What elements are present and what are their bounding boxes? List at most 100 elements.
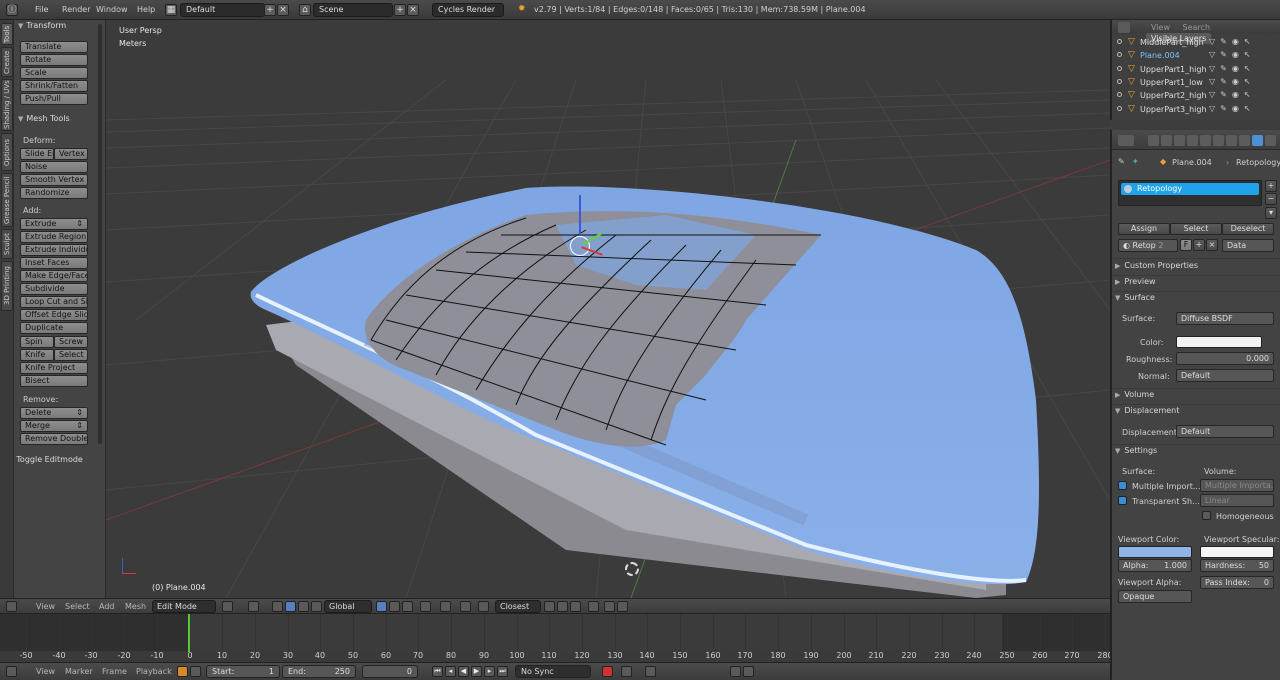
new-material-icon[interactable]: + — [1193, 239, 1205, 251]
tab-sculpt[interactable]: Sculpt — [1, 229, 13, 259]
noise-button[interactable]: Noise — [20, 161, 88, 173]
push-pull-button[interactable]: Push/Pull — [20, 93, 88, 105]
roughness-field[interactable]: 0.000 — [1176, 352, 1274, 365]
expand-icon[interactable] — [1117, 78, 1122, 84]
section-preview[interactable]: ▶ Preview — [1115, 277, 1156, 286]
play-reverse-icon[interactable]: ◀ — [458, 666, 469, 677]
keying-set-icon[interactable] — [621, 666, 632, 677]
tab-tools[interactable]: Tools — [1, 23, 13, 45]
jump-start-icon[interactable]: ⏮ — [432, 666, 443, 677]
sync-dropdown[interactable]: No Sync — [515, 665, 591, 678]
menu-select[interactable]: Select — [65, 602, 90, 611]
visibility-toggles-icon[interactable]: ▽✎◉↖ — [1209, 64, 1256, 73]
snap-target-dropdown[interactable]: Closest — [495, 600, 541, 613]
snap-self-icon[interactable] — [570, 601, 581, 612]
menu-view[interactable]: View — [36, 667, 55, 676]
editor-type-icon[interactable] — [1118, 22, 1130, 33]
offset-edge-slide-button[interactable]: Offset Edge Slide — [20, 309, 88, 321]
delete-keyframe-icon[interactable] — [730, 666, 741, 677]
menu-render[interactable]: Render — [62, 5, 90, 14]
slot-menu-icon[interactable]: ▾ — [1265, 207, 1277, 219]
rotate-button[interactable]: Rotate — [20, 54, 88, 66]
extrude-button[interactable]: Extrude ⇕ — [20, 218, 88, 230]
camera-render-icon[interactable] — [617, 601, 628, 612]
outliner-row[interactable]: ▽ MiddlePart_high ▽✎◉↖ — [1112, 36, 1280, 49]
merge-button[interactable]: Merge ⇕ — [20, 420, 88, 432]
pass-index-field[interactable]: Pass Index: 0 — [1200, 576, 1274, 589]
jump-end-icon[interactable]: ⏭ — [497, 666, 508, 677]
outliner-tab-search[interactable]: Search — [1178, 22, 1215, 33]
insert-keyframe-icon[interactable] — [645, 666, 656, 677]
remove-slot-icon[interactable]: − — [1265, 193, 1277, 205]
editor-type-icon[interactable] — [6, 601, 17, 612]
fake-user-button[interactable]: F — [1180, 239, 1192, 251]
scene-dropdown[interactable]: Scene — [313, 3, 393, 17]
add-scene-icon[interactable]: + — [394, 4, 406, 16]
render-engine-dropdown[interactable]: Cycles Render — [432, 3, 504, 17]
vertex-select-icon[interactable] — [376, 601, 387, 612]
assign-button[interactable]: Assign — [1118, 223, 1170, 235]
translate-manipulator-icon[interactable] — [285, 601, 296, 612]
smooth-vertex-button[interactable]: Smooth Vertex — [20, 174, 88, 186]
remove-doubles-button[interactable]: Remove Doubles — [20, 433, 88, 445]
shading-mode-icon[interactable] — [222, 601, 233, 612]
outliner-row[interactable]: ▽ UpperPart1_low ▽✎◉↖ — [1112, 76, 1280, 89]
current-frame-field[interactable]: 0 — [362, 665, 418, 678]
section-volume[interactable]: ▶ Volume — [1115, 390, 1154, 399]
pivot-point-icon[interactable] — [248, 601, 259, 612]
viewport-specular-swatch[interactable] — [1200, 546, 1274, 558]
start-frame-field[interactable]: Start: 1 — [206, 665, 280, 678]
rotate-manipulator-icon[interactable] — [298, 601, 309, 612]
tab-shading-uvs[interactable]: Shading / UVs — [1, 79, 13, 131]
viewport-color-swatch[interactable] — [1118, 546, 1192, 558]
visibility-toggles-icon[interactable]: ▽✎◉↖ — [1209, 90, 1256, 99]
transform-panel-header[interactable]: ▼ Transform — [18, 21, 66, 30]
tab-options[interactable]: Options — [1, 133, 13, 171]
extrude-individual-button[interactable]: Extrude Individual — [20, 244, 88, 256]
visibility-toggles-icon[interactable]: ▽✎◉↖ — [1209, 50, 1256, 59]
menu-file[interactable]: File — [35, 5, 48, 14]
slide-vertex-button[interactable]: Vertex — [54, 148, 88, 160]
modifiers-tab-icon[interactable] — [1226, 135, 1237, 146]
duplicate-button[interactable]: Duplicate — [20, 322, 88, 334]
constraints-tab-icon[interactable] — [1213, 135, 1224, 146]
manipulator-toggle-icon[interactable] — [272, 601, 283, 612]
prev-keyframe-icon[interactable]: ◂ — [445, 666, 456, 677]
outliner-row[interactable]: ▽ UpperPart2_high ▽✎◉↖ — [1112, 89, 1280, 102]
texture-tab-icon[interactable] — [1265, 135, 1276, 146]
menu-help[interactable]: Help — [137, 5, 155, 14]
expand-icon[interactable] — [1117, 52, 1122, 58]
expand-icon[interactable] — [1117, 39, 1122, 44]
visibility-toggles-icon[interactable]: ▽✎◉↖ — [1209, 77, 1256, 86]
world-tab-icon[interactable] — [1187, 135, 1198, 146]
make-edge-face-button[interactable]: Make Edge/Face — [20, 270, 88, 282]
toggle-editmode-panel-header[interactable]: ▼Toggle Editmode — [14, 455, 82, 464]
object-tab-icon[interactable] — [1200, 135, 1211, 146]
outliner-row[interactable]: ▽ UpperPart3_high ▽✎◉↖ — [1112, 103, 1280, 116]
3d-cursor-icon[interactable] — [570, 236, 590, 256]
3d-viewport[interactable]: User Persp Meters (0) Plane.004 — [106, 20, 1110, 598]
material-name-field[interactable]: ◐ Retop 2 — [1118, 239, 1178, 252]
lock-range-icon[interactable] — [190, 666, 201, 677]
subdivide-button[interactable]: Subdivide — [20, 283, 88, 295]
outliner-row[interactable]: ▽ UpperPart1_high ▽✎◉↖ — [1112, 63, 1280, 76]
bisect-button[interactable]: Bisect — [20, 375, 88, 387]
outliner-item-name[interactable]: UpperPart2_high — [1140, 91, 1207, 100]
toolshelf-scrollbar[interactable] — [98, 24, 102, 444]
extrude-region-button[interactable]: Extrude Region — [20, 231, 88, 243]
editor-type-icon[interactable] — [1118, 135, 1134, 146]
remove-scene-icon[interactable]: × — [407, 4, 419, 16]
editor-type-icon[interactable] — [6, 666, 17, 677]
outliner-item-name[interactable]: UpperPart3_high — [1140, 105, 1207, 114]
add-layout-icon[interactable]: + — [264, 4, 276, 16]
tab-create[interactable]: Create — [1, 47, 13, 77]
deselect-button[interactable]: Deselect — [1222, 223, 1274, 235]
opengl-anim-icon[interactable] — [604, 601, 615, 612]
slide-edge-button[interactable]: Slide Ed — [20, 148, 54, 160]
next-keyframe-icon[interactable]: ▸ — [484, 666, 495, 677]
section-surface[interactable]: ▼ Surface — [1115, 293, 1155, 302]
timeline-playhead[interactable] — [188, 614, 190, 652]
play-icon[interactable]: ▶ — [471, 666, 482, 677]
delete-button[interactable]: Delete ⇕ — [20, 407, 88, 419]
visibility-toggles-icon[interactable]: ▽✎◉↖ — [1209, 104, 1256, 113]
